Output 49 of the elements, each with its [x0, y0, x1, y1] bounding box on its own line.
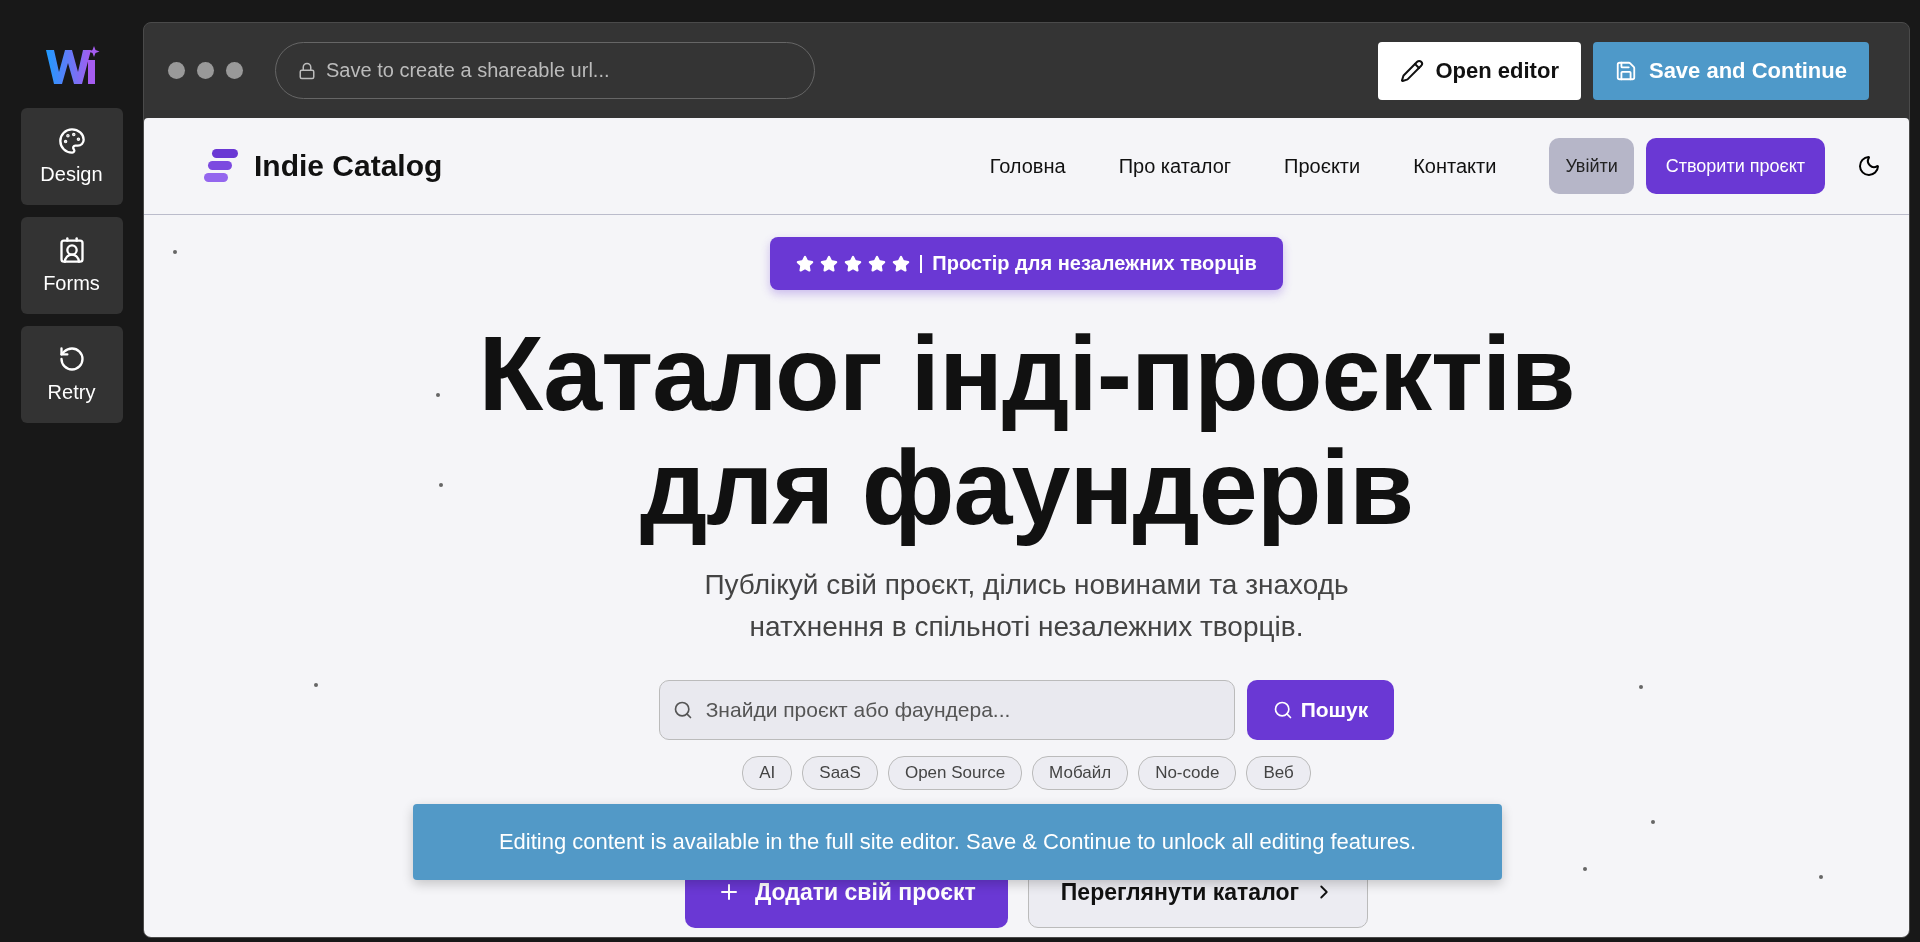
open-editor-button[interactable]: Open editor: [1377, 41, 1581, 100]
star-icon: [844, 254, 863, 273]
star-icon: [796, 254, 815, 273]
create-project-button[interactable]: Створити проєкт: [1645, 138, 1825, 194]
tag-chip[interactable]: Мобайл: [1032, 756, 1129, 790]
moon-icon[interactable]: [1857, 154, 1881, 178]
nav-link[interactable]: Головна: [989, 154, 1066, 178]
hero-title: Каталог інді-проєктів для фаундерів: [478, 316, 1575, 544]
pencil-icon: [1399, 58, 1424, 83]
speck: [439, 483, 443, 487]
nav-link[interactable]: Контакти: [1413, 154, 1497, 178]
speck: [1639, 685, 1643, 689]
search-icon: [672, 700, 693, 720]
star-icon: [820, 254, 839, 273]
window-dot: [168, 62, 185, 79]
tag-chip[interactable]: Open Source: [887, 756, 1023, 790]
tag-chip[interactable]: No-code: [1138, 756, 1237, 790]
speck: [1651, 820, 1655, 824]
sidebar-button[interactable]: Forms: [20, 217, 123, 314]
search-button[interactable]: Пошук: [1246, 680, 1395, 740]
speck: [1819, 875, 1823, 879]
tag-chip[interactable]: Веб: [1246, 756, 1311, 790]
nav-link[interactable]: Про каталог: [1118, 154, 1232, 178]
sidebar-button[interactable]: Design: [20, 108, 123, 205]
brand-logo: [204, 149, 240, 183]
tag-chip[interactable]: SaaS: [802, 756, 878, 790]
save-icon: [1614, 59, 1637, 82]
nav-link[interactable]: Проєкти: [1284, 154, 1361, 178]
sidebar-button[interactable]: Retry: [20, 326, 123, 423]
star-icon: [868, 254, 887, 273]
window-dot: [226, 62, 243, 79]
speck: [436, 393, 440, 397]
retry-icon: [57, 345, 86, 373]
contact-card-icon: [57, 236, 86, 264]
window-dot: [197, 62, 214, 79]
hero-subtitle: Публікуй свій проєкт, ділись новинами та знаходь натхнення в спільноті незалежних творців.: [704, 568, 1349, 644]
star-icon: [892, 254, 911, 273]
speck: [314, 683, 318, 687]
search-field[interactable]: Знайди проєкт або фаундера...: [658, 680, 1235, 740]
speck: [1583, 867, 1587, 871]
search-icon: [1272, 700, 1293, 720]
tag-chip[interactable]: AI: [742, 756, 793, 790]
lock-icon: [298, 61, 316, 80]
login-button[interactable]: Увійти: [1549, 138, 1634, 194]
brand-name: Indie Catalog: [254, 149, 443, 183]
badge-text: Простір для незалежних творців: [932, 252, 1257, 275]
editing-toast: Editing content is available in the full site editor. Save & Continue to unlock all editing features.: [413, 804, 1502, 880]
palette-icon: [57, 127, 86, 155]
speck: [173, 250, 177, 254]
